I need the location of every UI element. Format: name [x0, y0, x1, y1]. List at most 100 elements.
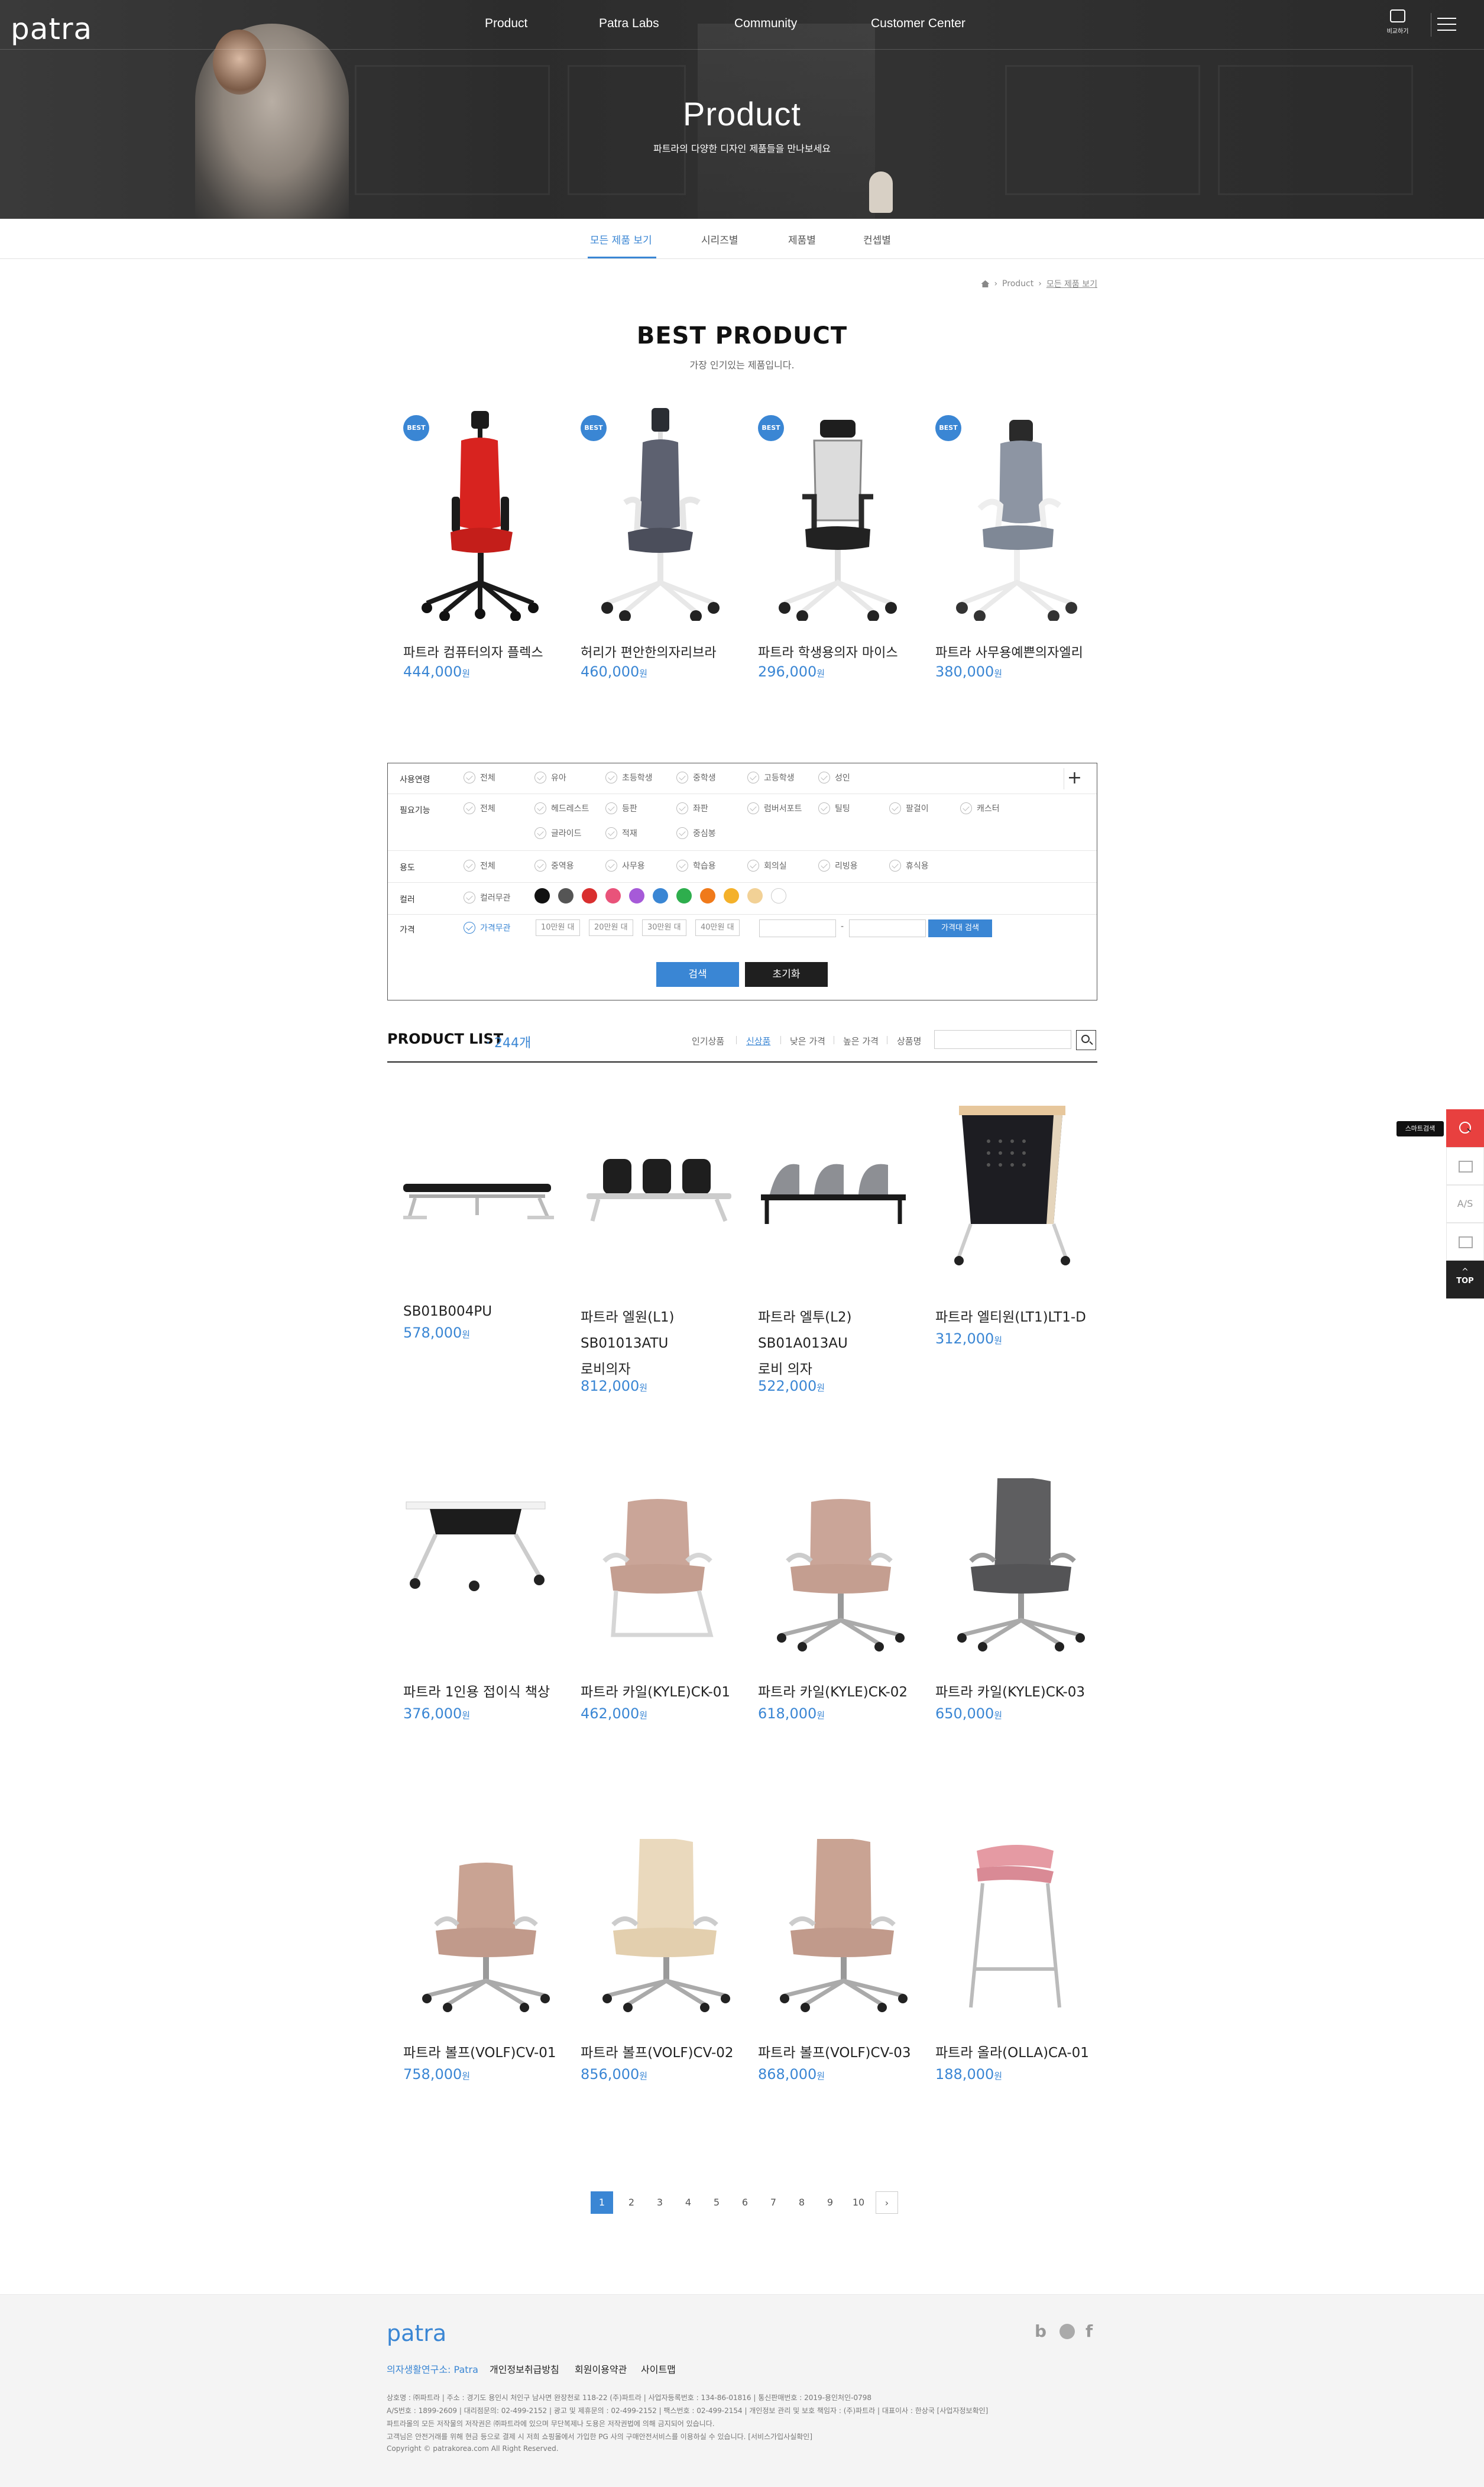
- filter-option[interactable]: 리빙용: [818, 860, 858, 872]
- filter-option[interactable]: 초등학생: [605, 772, 653, 783]
- reset-button[interactable]: 초기화: [745, 962, 828, 987]
- footer-link-sitemap[interactable]: 사이트맵: [641, 2362, 676, 2376]
- breadcrumb-current[interactable]: 모든 제품 보기: [1046, 278, 1097, 290]
- kakao-story-icon[interactable]: [1059, 2324, 1075, 2339]
- footer-link-terms[interactable]: 회원이용약관: [575, 2362, 627, 2376]
- filter-option[interactable]: 중역용: [534, 860, 574, 872]
- price-range-button[interactable]: 30만원 대: [642, 919, 686, 936]
- footer-logo[interactable]: patra: [387, 2320, 446, 2346]
- product-image[interactable]: [581, 1478, 734, 1656]
- product-image[interactable]: [592, 408, 728, 621]
- tab-by-concept[interactable]: 컨셉별: [863, 232, 891, 247]
- search-button[interactable]: 검색: [656, 962, 739, 987]
- sort-newest[interactable]: 신상품: [746, 1035, 770, 1047]
- filter-option[interactable]: 적재: [605, 827, 637, 839]
- page-button[interactable]: 2: [620, 2191, 643, 2214]
- product-image[interactable]: [935, 1839, 1089, 2016]
- filter-option[interactable]: 팔걸이: [889, 802, 929, 814]
- home-icon[interactable]: [981, 280, 990, 287]
- page-button[interactable]: 5: [705, 2191, 728, 2214]
- product-image[interactable]: [581, 1118, 734, 1295]
- color-swatch[interactable]: [629, 888, 644, 904]
- smart-search-button[interactable]: [1446, 1109, 1484, 1147]
- product-image[interactable]: [758, 1478, 912, 1656]
- color-swatch[interactable]: [700, 888, 715, 904]
- product-image[interactable]: [758, 1118, 912, 1295]
- filter-option[interactable]: 사무용: [605, 860, 645, 872]
- product-name[interactable]: 파트라 카일(KYLE)CK-02: [758, 1679, 912, 1705]
- product-name[interactable]: 파트라 컴퓨터의자 플렉스: [403, 642, 551, 661]
- filter-option[interactable]: 학습용: [676, 860, 716, 872]
- product-image[interactable]: [403, 1118, 557, 1295]
- nav-customer-center[interactable]: Customer Center: [871, 17, 965, 31]
- hamburger-menu-icon[interactable]: [1431, 13, 1456, 37]
- product-name[interactable]: 파트라 학생용의자 마이스: [758, 642, 906, 661]
- facebook-icon[interactable]: f: [1086, 2321, 1093, 2341]
- nav-community[interactable]: Community: [734, 17, 797, 31]
- breadcrumb-product[interactable]: Product: [1002, 279, 1033, 289]
- filter-option[interactable]: 중심봉: [676, 827, 716, 839]
- product-name[interactable]: 파트라 사무용예쁜의자엘리: [935, 642, 1083, 661]
- page-button[interactable]: 7: [762, 2191, 785, 2214]
- color-swatch[interactable]: [605, 888, 621, 904]
- product-name[interactable]: 파트라 엘원(L1) SB01013ATU 로비의자: [581, 1304, 734, 1382]
- sort-high-price[interactable]: 높은 가격: [843, 1035, 879, 1047]
- page-button[interactable]: 8: [790, 2191, 813, 2214]
- next-page-chevron-icon[interactable]: ›: [876, 2191, 898, 2214]
- product-name[interactable]: 파트라 올라(OLLA)CA-01: [935, 2040, 1089, 2066]
- product-image[interactable]: [935, 1478, 1089, 1656]
- product-name[interactable]: 파트라 1인용 접이식 책상: [403, 1679, 557, 1705]
- product-image[interactable]: [581, 1839, 734, 2016]
- filter-option[interactable]: 유아: [534, 772, 566, 783]
- product-name[interactable]: 파트라 카일(KYLE)CK-01: [581, 1679, 734, 1705]
- color-swatch[interactable]: [724, 888, 739, 904]
- page-button[interactable]: 9: [819, 2191, 841, 2214]
- nav-product[interactable]: Product: [485, 17, 527, 31]
- color-swatch[interactable]: [534, 888, 550, 904]
- footer-link-privacy[interactable]: 개인정보취급방침: [490, 2362, 559, 2376]
- sort-low-price[interactable]: 낮은 가격: [790, 1035, 825, 1047]
- color-swatch[interactable]: [582, 888, 597, 904]
- product-name[interactable]: 파트라 카일(KYLE)CK-03: [935, 1679, 1089, 1705]
- sort-popular[interactable]: 인기상품: [692, 1035, 724, 1047]
- filter-option[interactable]: 중학생: [676, 772, 716, 783]
- footer-link-lab[interactable]: 의자생활연구소: Patra: [387, 2362, 478, 2376]
- product-image[interactable]: [947, 408, 1083, 621]
- filter-option[interactable]: 럼버서포트: [747, 802, 802, 814]
- tab-by-product[interactable]: 제품별: [788, 232, 816, 247]
- color-swatch[interactable]: [771, 888, 786, 904]
- blog-icon[interactable]: b: [1035, 2321, 1046, 2341]
- filter-option[interactable]: 고등학생: [747, 772, 795, 783]
- color-swatch[interactable]: [653, 888, 668, 904]
- color-swatch[interactable]: [676, 888, 692, 904]
- filter-option[interactable]: 가격무관: [464, 922, 511, 934]
- price-range-button[interactable]: 20만원 대: [589, 919, 633, 936]
- scroll-top-button[interactable]: ^ TOP: [1446, 1261, 1484, 1298]
- filter-option[interactable]: 등판: [605, 802, 637, 814]
- price-range-button[interactable]: 40만원 대: [695, 919, 740, 936]
- filter-option[interactable]: 전체: [464, 772, 495, 783]
- page-button[interactable]: 10: [847, 2191, 870, 2214]
- store-button[interactable]: [1446, 1147, 1484, 1185]
- filter-option[interactable]: 성인: [818, 772, 850, 783]
- price-search-button[interactable]: 가격대 검색: [928, 919, 992, 937]
- color-swatch[interactable]: [747, 888, 763, 904]
- filter-option[interactable]: 좌판: [676, 802, 708, 814]
- product-name[interactable]: 허리가 편안한의자리브라: [581, 642, 728, 661]
- filter-option[interactable]: 글라이드: [534, 827, 582, 839]
- filter-option[interactable]: 휴식용: [889, 860, 929, 872]
- page-button[interactable]: 4: [677, 2191, 699, 2214]
- product-image[interactable]: [403, 1839, 557, 2016]
- price-range-button[interactable]: 10만원 대: [536, 919, 580, 936]
- expand-filter-plus-icon[interactable]: +: [1064, 768, 1085, 789]
- page-button[interactable]: 6: [734, 2191, 756, 2214]
- compare-button[interactable]: 비교하기: [1381, 9, 1414, 43]
- product-name[interactable]: 파트라 볼프(VOLF)CV-02: [581, 2040, 734, 2066]
- product-name[interactable]: SB01B004PU: [403, 1298, 557, 1325]
- product-name[interactable]: 파트라 엘투(L2) SB01A013AU 로비 의자: [758, 1304, 912, 1382]
- filter-option[interactable]: 헤드레스트: [534, 802, 589, 814]
- price-min-input[interactable]: [759, 919, 836, 937]
- filter-option[interactable]: 회의실: [747, 860, 787, 872]
- filter-option[interactable]: 전체: [464, 860, 495, 872]
- page-button[interactable]: 1: [591, 2191, 613, 2214]
